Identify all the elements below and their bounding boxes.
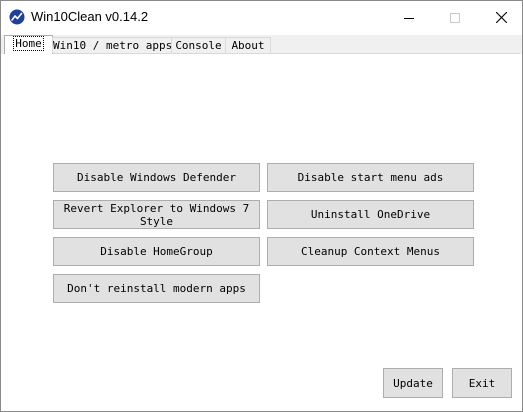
maximize-button[interactable]: [432, 1, 478, 33]
tab-home[interactable]: Home: [4, 35, 53, 54]
update-button[interactable]: Update: [383, 368, 443, 398]
disable-windows-defender-button[interactable]: Disable Windows Defender: [53, 163, 260, 192]
uninstall-onedrive-button[interactable]: Uninstall OneDrive: [267, 200, 474, 229]
exit-button[interactable]: Exit: [452, 368, 512, 398]
close-button[interactable]: [478, 1, 522, 33]
cleanup-context-menus-button[interactable]: Cleanup Context Menus: [267, 237, 474, 266]
tab-win10-metro-apps[interactable]: Win10 / metro apps: [52, 37, 172, 53]
app-window: Win10Clean v0.14.2 Disable Windows Defen…: [0, 0, 523, 412]
maximize-icon: [450, 8, 460, 27]
revert-explorer-label: Revert Explorer to Windows 7 Style: [63, 201, 250, 228]
window-title: Win10Clean v0.14.2: [31, 9, 149, 24]
close-icon: [495, 8, 507, 27]
disable-windows-defender-label: Disable Windows Defender: [77, 171, 236, 184]
tab-console-label: Console: [175, 39, 222, 52]
title-bar[interactable]: Win10Clean v0.14.2: [1, 1, 522, 33]
minimize-button[interactable]: [386, 1, 432, 33]
disable-start-menu-ads-label: Disable start menu ads: [297, 171, 444, 184]
update-label: Update: [393, 376, 433, 390]
dont-reinstall-modern-apps-label: Don't reinstall modern apps: [67, 282, 246, 295]
disable-start-menu-ads-button[interactable]: Disable start menu ads: [267, 163, 474, 192]
tab-home-label: Home: [13, 36, 44, 51]
minimize-icon: [404, 8, 414, 27]
tab-win10-metro-apps-label: Win10 / metro apps: [53, 39, 173, 52]
disable-homegroup-label: Disable HomeGroup: [100, 245, 213, 258]
cleanup-context-menus-label: Cleanup Context Menus: [300, 245, 441, 258]
tab-console[interactable]: Console: [171, 37, 226, 53]
revert-explorer-button[interactable]: Revert Explorer to Windows 7 Style: [53, 200, 260, 229]
uninstall-onedrive-label: Uninstall OneDrive: [310, 208, 431, 221]
exit-label: Exit: [468, 376, 496, 390]
tab-about[interactable]: About: [225, 37, 271, 53]
dont-reinstall-modern-apps-button[interactable]: Don't reinstall modern apps: [53, 274, 260, 303]
home-tab-panel: Disable Windows Defender Disable start m…: [3, 53, 520, 410]
tab-about-label: About: [231, 39, 265, 52]
app-icon: [9, 9, 25, 25]
disable-homegroup-button[interactable]: Disable HomeGroup: [53, 237, 260, 266]
